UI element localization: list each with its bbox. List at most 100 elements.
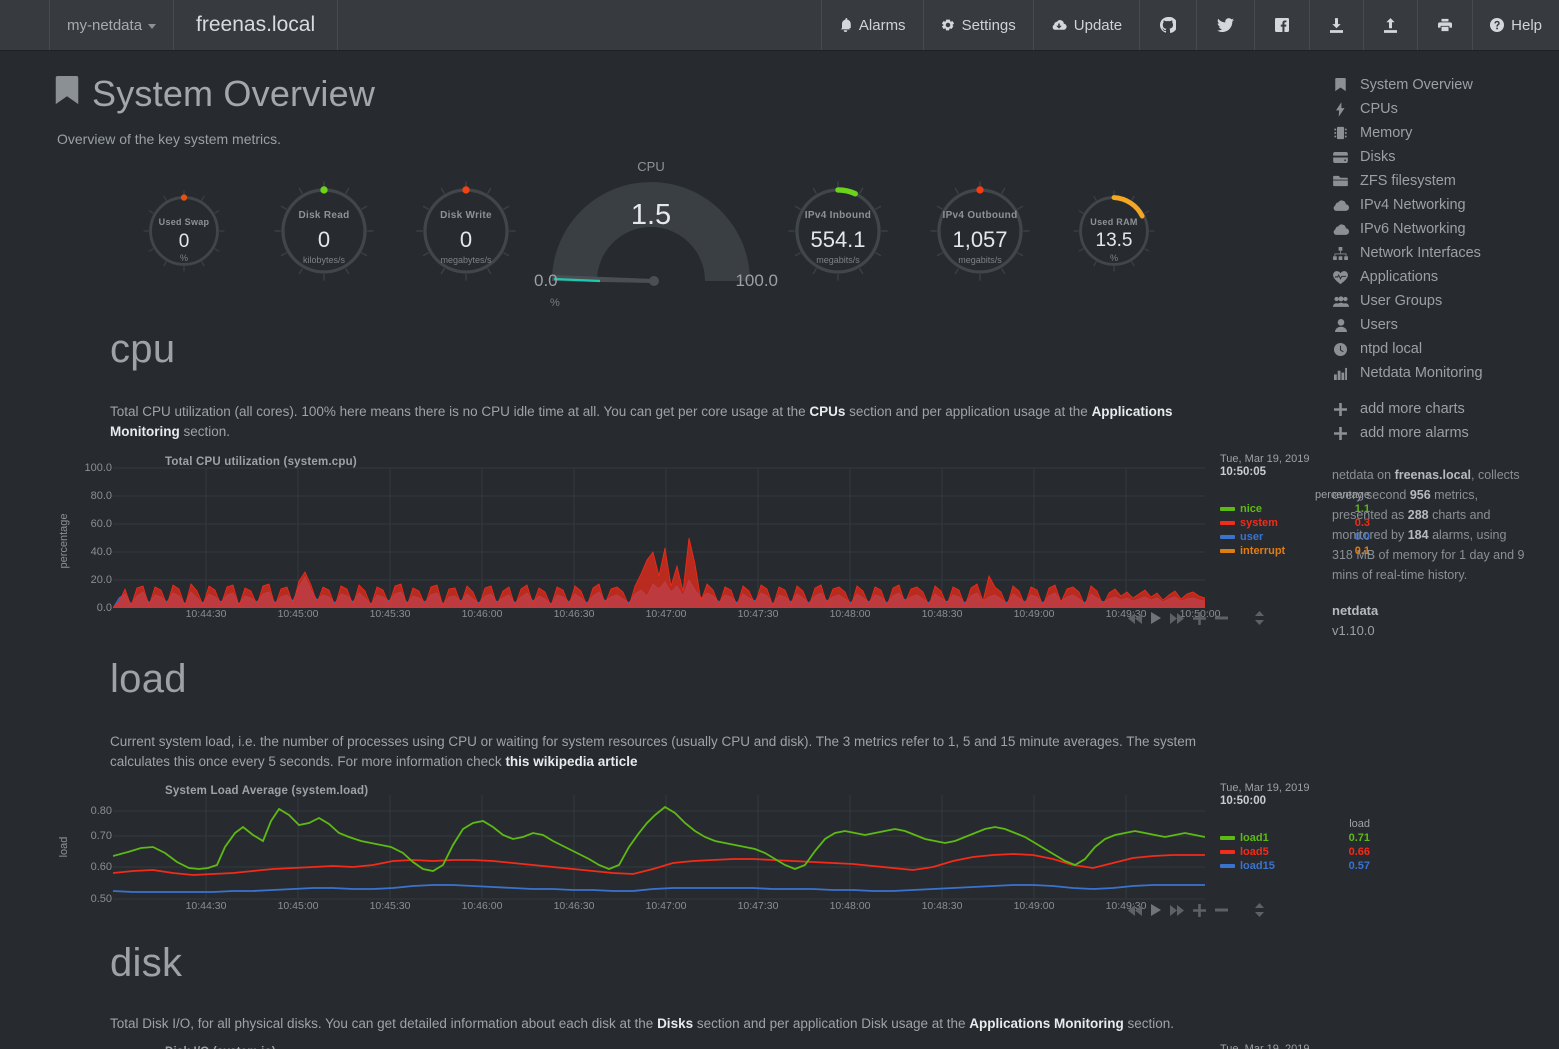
rewind-icon[interactable] [1128,904,1142,916]
zoom-in-icon[interactable] [1193,611,1206,625]
zoom-in-icon[interactable] [1193,903,1206,917]
github-link[interactable] [1139,0,1196,50]
play-icon[interactable] [1151,612,1161,624]
sidebar-item-user-groups[interactable]: User Groups [1322,289,1549,313]
chart-system-cpu-plot[interactable]: 10:44:30 10:45:00 10:45:30 10:46:00 10:4… [113,456,1262,626]
alarms-button[interactable]: Alarms [820,0,923,50]
legend-row-load5[interactable]: load5 0.66 [1220,846,1370,858]
sidebar-item-netdata-monitoring[interactable]: Netdata Monitoring [1322,361,1549,385]
add-more-charts-button[interactable]: add more charts [1322,397,1549,421]
chart-system-load-plot[interactable]: 10:44:30 10:45:00 10:45:30 10:46:00 10:4… [113,785,1262,918]
chart-system-cpu-xticks: 10:44:30 10:45:00 10:45:30 10:46:00 10:4… [113,608,1262,626]
gauge-disk-write[interactable]: Disk Write 0 megabytes/s [412,177,520,285]
resize-handle-icon[interactable] [1255,903,1264,917]
disk-desc-text-3: section. [1123,1016,1175,1031]
wikipedia-article-link[interactable]: this wikipedia article [505,754,637,769]
sidebar-item-ipv6-networking[interactable]: IPv6 Networking [1322,217,1549,241]
cloud-icon [1332,223,1349,235]
sidebar-item-cpus[interactable]: CPUs [1322,97,1549,121]
sitemap-icon [1332,246,1349,260]
play-icon[interactable] [1151,904,1161,916]
legend-swatch [1220,850,1235,854]
gauge-used-swap[interactable]: Used Swap 0 % [140,187,228,275]
zoom-out-icon[interactable] [1215,908,1228,912]
sidebar-item-zfs-filesystem[interactable]: ZFS filesystem [1322,169,1549,193]
info-metrics-count: 956 [1409,488,1431,502]
cpus-link[interactable]: CPUs [809,404,845,419]
sidebar-version: netdata v1.10.0 [1322,601,1549,641]
xtick: 10:49:00 [1013,900,1055,912]
sidebar-item-disks[interactable]: Disks [1322,145,1549,169]
disk-applications-monitoring-link[interactable]: Applications Monitoring [969,1016,1124,1031]
fast-forward-icon[interactable] [1170,904,1184,916]
section-load-description: Current system load, i.e. the number of … [110,732,1245,772]
chart-system-cpu[interactable]: Total CPU utilization (system.cpu) perce… [58,453,1370,631]
sidebar-label: Memory [1360,125,1413,141]
ipv4-outbound-value: 1,057 [952,227,1008,252]
chart-system-load[interactable]: System Load Average (system.load) load 0… [58,782,1370,918]
help-button[interactable]: Help [1472,0,1559,50]
import-button[interactable] [1309,0,1363,50]
add-more-alarms-button[interactable]: add more alarms [1322,421,1549,445]
legend-row-load15[interactable]: load15 0.57 [1220,860,1370,872]
used-ram-value: 13.5 [1095,230,1133,251]
legend-value: 0.1 [1354,545,1370,557]
chevron-down-icon [148,23,157,29]
legend-swatch [1220,549,1235,553]
export-button[interactable] [1363,0,1417,50]
info-host: freenas.local [1394,468,1471,482]
rewind-icon[interactable] [1128,612,1142,624]
top-navbar: my-netdata freenas.local Alarms Settings… [0,0,1559,51]
legend-row-nice[interactable]: nice 1.1 [1220,503,1370,515]
settings-button[interactable]: Settings [922,0,1033,50]
disk-write-label: Disk Write [440,210,492,221]
cloud-download-icon [1051,18,1067,32]
clock-icon [1332,342,1349,356]
gauge-disk-read[interactable]: Disk Read 0 kilobytes/s [270,177,378,285]
fast-forward-icon[interactable] [1170,612,1184,624]
sidebar-item-ntpd-local[interactable]: ntpd local [1322,337,1549,361]
sidebar-item-users[interactable]: Users [1322,313,1549,337]
gauge-used-ram[interactable]: Used RAM 13.5 % [1070,187,1158,275]
disk-read-label: Disk Read [298,210,350,221]
sidebar-item-ipv4-networking[interactable]: IPv4 Networking [1322,193,1549,217]
xtick: 10:45:00 [277,608,319,620]
cpu-gauge-min: 0.0 [534,271,558,290]
legend-row-interrupt[interactable]: interrupt 0.1 [1220,545,1370,557]
section-disk-description: Total Disk I/O, for all physical disks. … [110,1014,1245,1034]
ipv4-outbound-label: IPv4 Outbound [942,210,1018,221]
legend-date: Tue, Mar 19, 2019 [1220,1043,1310,1049]
legend-date: Tue, Mar 19, 2019 [1220,782,1310,794]
disks-link[interactable]: Disks [657,1016,693,1031]
used-swap-value: 0 [178,231,190,252]
xtick: 10:46:00 [461,900,503,912]
sidebar-item-memory[interactable]: Memory [1322,121,1549,145]
chart-system-cpu-toolbar[interactable] [1128,611,1264,625]
twitter-link[interactable] [1196,0,1254,50]
update-button[interactable]: Update [1032,0,1139,50]
legend-row-user[interactable]: user 0.0 [1220,531,1370,543]
xtick: 10:49:00 [1013,608,1055,620]
my-netdata-dropdown[interactable]: my-netdata [50,0,175,50]
gauge-ipv4-inbound[interactable]: IPv4 Inbound 554.1 megabits/s [784,177,892,285]
resize-handle-icon[interactable] [1255,611,1264,625]
sidebar-item-network-interfaces[interactable]: Network Interfaces [1322,241,1549,265]
zoom-out-icon[interactable] [1215,616,1228,620]
bookmark-icon [1332,78,1349,92]
sidebar-item-system-overview[interactable]: System Overview [1322,73,1549,97]
hdd-icon [1332,151,1349,163]
chart-system-load-toolbar[interactable] [1128,903,1264,917]
print-icon [1438,18,1453,32]
print-button[interactable] [1417,0,1472,50]
legend-name: user [1240,531,1264,543]
gauge-ipv4-outbound[interactable]: IPv4 Outbound 1,057 megabits/s [926,177,1034,285]
legend-row-system[interactable]: system 0.3 [1220,517,1370,529]
xtick: 10:47:00 [645,608,687,620]
facebook-link[interactable] [1254,0,1309,50]
sidebar-label: System Overview [1360,77,1473,93]
sidebar-label: Network Interfaces [1360,245,1481,261]
gauge-cpu-speedometer[interactable]: CPU 1.5 0.0 100.0 % [534,159,778,309]
users-icon [1332,295,1349,307]
legend-row-load1[interactable]: load1 0.71 [1220,832,1370,844]
sidebar-item-applications[interactable]: Applications [1322,265,1549,289]
